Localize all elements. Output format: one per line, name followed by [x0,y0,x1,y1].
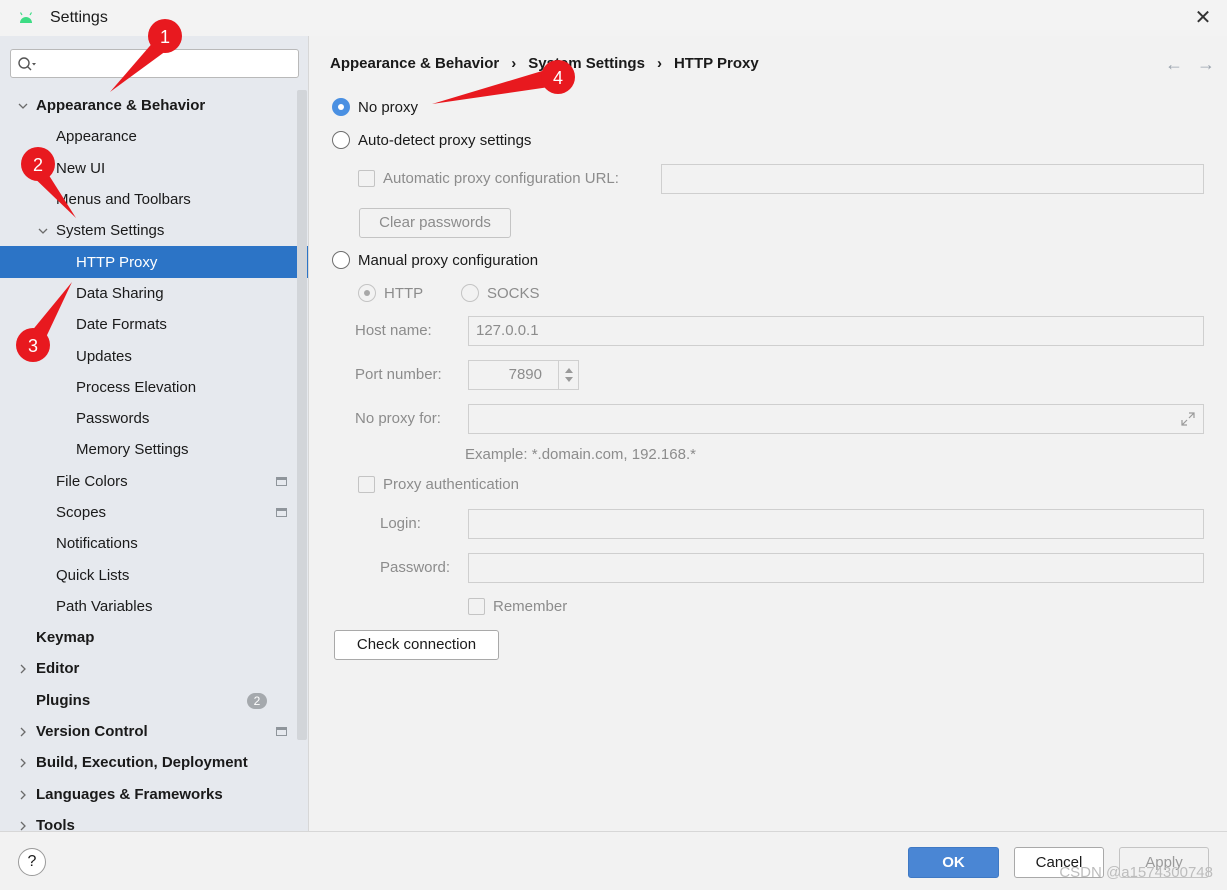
annotation-arrow [432,68,556,104]
annotation-number: 3 [28,336,38,356]
annotation-number: 2 [33,155,43,175]
annotation-badge: 1 [148,19,182,53]
annotation-number: 1 [160,27,170,47]
annotation-badge: 2 [21,147,55,181]
annotation-overlay: 1 2 3 4 [16,19,575,362]
annotation-badge: 3 [16,328,50,362]
annotation-badge: 4 [541,60,575,94]
annotation-number: 4 [553,68,563,88]
